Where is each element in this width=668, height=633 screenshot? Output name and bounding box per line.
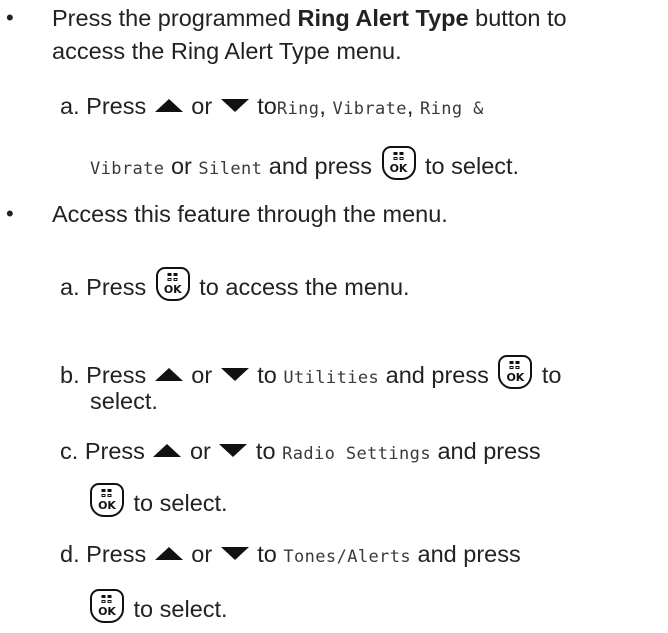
text: or	[191, 362, 213, 388]
down-triangle-icon	[220, 368, 249, 381]
step-d-line-2: OK to select.	[90, 589, 228, 623]
text: button to	[468, 5, 567, 31]
step-marker: a.	[60, 274, 80, 300]
step-a-line-1: a. Press or toRing, Vibrate, Ring &	[60, 92, 484, 123]
menu-ok-key-icon: OK	[155, 267, 190, 301]
text: to	[257, 541, 277, 567]
menu-option-radio-settings: Radio Settings	[282, 444, 431, 464]
text: ,	[319, 93, 326, 119]
menu-ok-key-icon: OK	[90, 589, 124, 623]
menu-option-ring-and: Ring &	[419, 99, 484, 119]
menu-ok-key-icon: OK	[381, 146, 416, 180]
text: to	[257, 362, 277, 388]
menu-option-utilities: Utilities	[283, 368, 380, 388]
menu-grid-icon	[101, 489, 113, 499]
bullet-1: •	[6, 5, 14, 30]
step-marker: b.	[60, 362, 80, 388]
menu-grid-icon	[101, 595, 113, 605]
text: Press	[86, 93, 147, 119]
up-triangle-icon	[153, 444, 182, 457]
menu-ok-key-icon: OK	[90, 483, 124, 517]
step-c-line-1: c. Press or to Radio Settings and press	[60, 437, 541, 468]
ring-alert-type-button-name: Ring Alert Type	[297, 5, 469, 31]
step-marker: c.	[60, 438, 79, 464]
step-marker: d.	[60, 541, 80, 567]
step-marker: a.	[60, 93, 80, 119]
step-c-line-2: OK to select.	[90, 483, 228, 517]
text: to	[255, 438, 276, 464]
text: to access the menu.	[199, 274, 410, 300]
text: and press	[437, 438, 541, 464]
text: to	[541, 362, 562, 388]
text: or	[191, 93, 213, 119]
text: or	[189, 438, 211, 464]
text: Press the programmed	[52, 5, 298, 31]
bullet-2: •	[6, 201, 14, 226]
step-d-line-1: d. Press or to Tones/Alerts and press	[60, 540, 521, 571]
text: or	[191, 541, 213, 567]
text: Press	[86, 274, 147, 300]
menu-option-silent: Silent	[198, 159, 263, 179]
text: and press	[385, 362, 489, 388]
up-triangle-icon	[154, 547, 183, 560]
ok-key-label: OK	[506, 371, 525, 384]
step-a-line-2: Vibrate or Silent and press OK to select…	[90, 146, 519, 183]
menu-option-vibrate: Vibrate	[332, 99, 407, 119]
down-triangle-icon	[220, 547, 249, 560]
menu-grid-icon	[393, 152, 404, 162]
ok-key-label: OK	[98, 605, 116, 618]
menu-grid-icon	[167, 273, 178, 283]
ok-key-label: OK	[98, 499, 116, 512]
down-triangle-icon	[220, 99, 249, 112]
menu-option-vibrate: Vibrate	[90, 159, 165, 179]
text: to select.	[133, 490, 228, 516]
menu-option-tones-alerts: Tones/Alerts	[283, 547, 412, 567]
instruction-line: access the Ring Alert Type menu.	[52, 38, 402, 64]
text: or	[170, 153, 192, 179]
menu-grid-icon	[509, 361, 521, 371]
text: and press	[268, 153, 372, 179]
text: to select.	[133, 596, 228, 622]
up-triangle-icon	[154, 99, 183, 112]
step-b-line-2: select.	[90, 388, 158, 414]
text: ,	[406, 93, 414, 119]
text: and press	[417, 541, 521, 567]
text: Press	[86, 362, 147, 388]
step-a-line: a. Press OK to access the menu.	[60, 267, 410, 301]
text: Press	[86, 541, 147, 567]
menu-ok-key-icon: OK	[498, 355, 533, 389]
instruction-line: Press the programmed Ring Alert Type but…	[52, 4, 567, 32]
text: to select.	[425, 153, 520, 179]
text: to	[257, 93, 277, 119]
down-triangle-icon	[219, 444, 248, 457]
text: Press	[84, 438, 145, 464]
ok-key-label: OK	[163, 283, 182, 296]
menu-option-ring: Ring	[276, 99, 320, 119]
ok-key-label: OK	[389, 162, 408, 175]
instruction-line: Access this feature through the menu.	[52, 201, 448, 227]
up-triangle-icon	[154, 368, 183, 381]
